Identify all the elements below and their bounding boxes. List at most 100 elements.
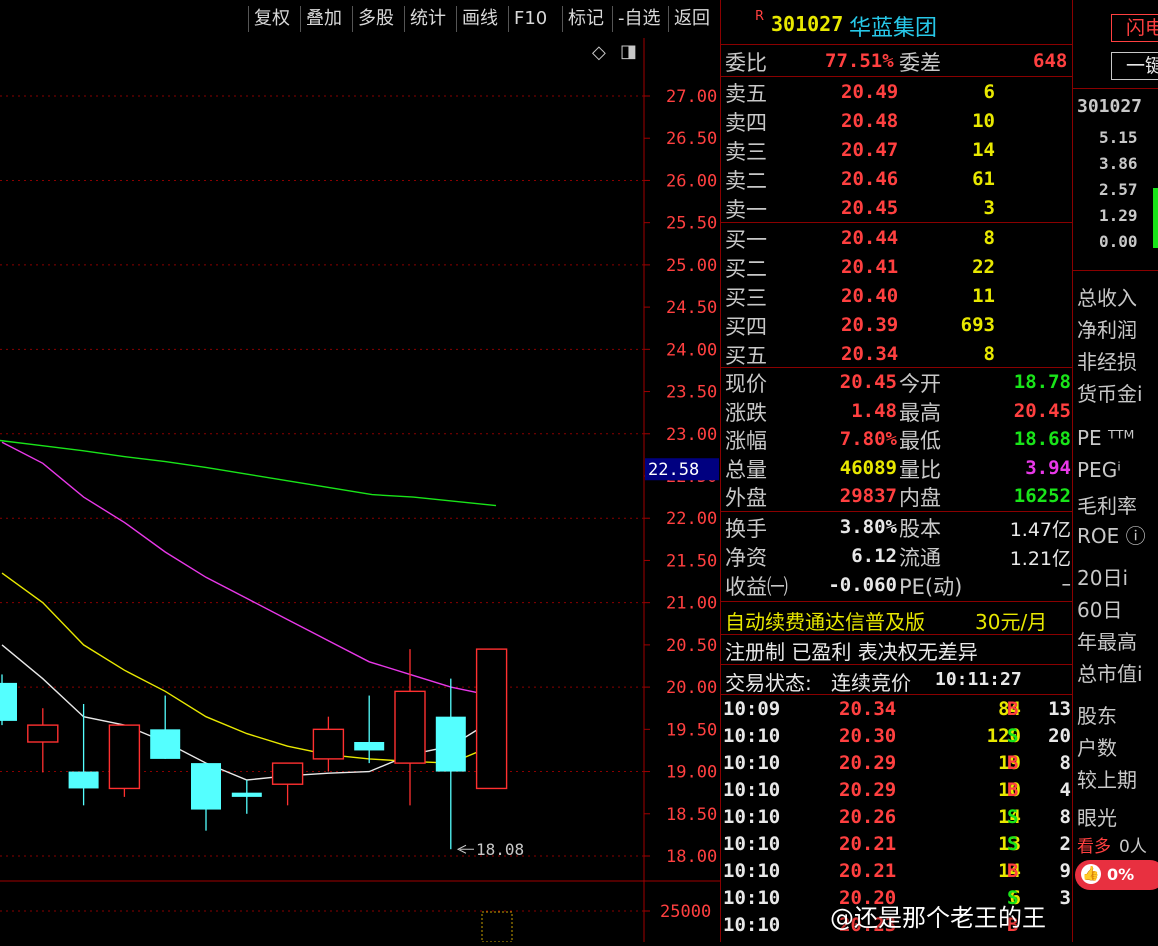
candle-body [0, 682, 17, 721]
stat-value: 20.45 [1013, 399, 1071, 422]
candle-body [475, 648, 508, 790]
weibi-label: 委比 [725, 51, 767, 75]
stat-value: 29837 [839, 485, 897, 508]
tick-price: 20.21 [839, 833, 897, 855]
weicha-label: 委差 [899, 51, 941, 75]
ask-volume: 10 [972, 110, 995, 132]
bid-volume: 8 [983, 343, 995, 365]
tick-side: B [1007, 860, 1019, 882]
tick-side: B [1007, 752, 1019, 774]
side-metric-label: 毛利率 [1077, 494, 1137, 518]
trade-status-time: 10:11:27 [935, 669, 1022, 690]
remove-watchlist-button[interactable]: -自选 [612, 6, 666, 32]
ask-level-label: 卖二 [725, 169, 767, 193]
tick-count: 8 [1059, 806, 1071, 828]
quote-panel: R 301027 华蓝集团 委比 77.51% 委差 648 卖五 20.49 6 卖… [720, 0, 1073, 942]
ask-level-label: 卖三 [725, 140, 767, 164]
side-metric-label: PE ᵀᵀᴹ [1077, 426, 1135, 450]
stat-value: 1.48 [851, 399, 897, 422]
stat-label: 最低 [899, 429, 941, 454]
tick-time: 10:09 [723, 698, 781, 720]
ask-volume: 61 [972, 168, 995, 190]
tick-count: 20 [1048, 725, 1071, 747]
f10-button[interactable]: F10 [508, 6, 552, 32]
candle-body [150, 729, 181, 759]
bid-price: 20.44 [841, 227, 899, 249]
tick-count: 9 [1059, 860, 1071, 882]
trade-status-label: 交易状态: [725, 671, 812, 695]
stat-label: 量比 [899, 457, 941, 482]
price-tick-label: 23.00 [666, 425, 717, 445]
statistics-button[interactable]: 统计 [404, 6, 451, 32]
fund-value: – [1061, 573, 1072, 595]
mark-button[interactable]: 标记 [562, 6, 609, 32]
side-stock-code: 301027 [1077, 96, 1143, 117]
price-tick-label: 20.50 [666, 636, 717, 656]
side-metric-label: 眼光 [1077, 806, 1117, 830]
kline-chart[interactable]: 27.00 26.50 26.00 25.50 25.00 24.50 24.00 23.50… [0, 38, 720, 943]
low-annotation: 18.08 [476, 840, 524, 859]
ask-price: 20.46 [841, 168, 899, 190]
bid-volume: 8 [983, 227, 995, 249]
scale-tick: 5.15 [1099, 128, 1138, 147]
restore-rights-button[interactable]: 复权 [248, 6, 295, 32]
back-button[interactable]: 返回 [668, 6, 715, 32]
ask-volume: 14 [972, 139, 995, 161]
candle-body [231, 792, 262, 797]
tick-price: 20.21 [839, 860, 897, 882]
stat-label: 内盘 [899, 486, 941, 511]
candle-body [435, 716, 466, 772]
tick-time: 10:10 [723, 914, 781, 936]
fund-label: 净资 [725, 546, 767, 570]
draw-line-button[interactable]: 画线 [456, 6, 503, 32]
tick-time: 10:10 [723, 806, 781, 828]
multi-stock-button[interactable]: 多股 [352, 6, 399, 32]
price-tick-label: 23.50 [666, 383, 717, 403]
fund-value: 6.12 [851, 545, 897, 567]
ma-line [0, 439, 497, 507]
stat-label: 涨幅 [725, 429, 767, 454]
price-tick-label: 22.00 [666, 509, 717, 529]
tick-time: 10:10 [723, 833, 781, 855]
stock-tags: 注册制 已盈利 表决权无差异 [725, 640, 978, 664]
stat-value: 16252 [1013, 485, 1071, 508]
bid-level-label: 买四 [725, 315, 767, 339]
candle-body [191, 763, 221, 810]
bid-price: 20.34 [841, 343, 899, 365]
ask-price: 20.45 [841, 197, 899, 219]
candle-body [312, 728, 345, 760]
bid-volume: 22 [972, 256, 995, 278]
price-tick-label: 26.00 [666, 171, 717, 191]
one-click-button[interactable]: 一键 [1111, 52, 1158, 80]
tick-time: 10:10 [723, 860, 781, 882]
overlay-button[interactable]: 叠加 [300, 6, 347, 32]
stat-value: 7.80% [839, 428, 897, 451]
volume-bar [481, 911, 513, 943]
promo-text[interactable]: 自动续费通达信普及版 [725, 606, 925, 635]
fund-value: 1.47亿 [1009, 519, 1071, 541]
ask-price: 20.47 [841, 139, 899, 161]
panel-toggle-icon[interactable]: ◨ [620, 41, 637, 62]
tick-count: 3 [1059, 887, 1071, 909]
tick-price: 20.29 [839, 779, 897, 801]
volume-tick-label: 25000 [660, 902, 711, 922]
fund-label: 股本 [899, 517, 941, 541]
watch-label: 看多 [1077, 837, 1111, 857]
scale-tick: 1.29 [1099, 206, 1138, 225]
candle-body [354, 742, 385, 751]
bid-level-label: 买三 [725, 286, 767, 310]
stat-value: 20.45 [839, 371, 897, 393]
trade-status: 连续竞价 [831, 671, 911, 695]
price-tick-label: 24.00 [666, 340, 717, 360]
flash-trade-button[interactable]: 闪电 [1111, 14, 1158, 42]
diamond-icon[interactable]: ◇ [592, 42, 606, 63]
promo-price[interactable]: 30元/月 [975, 606, 1047, 635]
fund-value: 1.21亿 [1009, 548, 1071, 570]
price-tick-label: 19.50 [666, 720, 717, 740]
bid-price: 20.39 [841, 314, 899, 336]
bull-pct-pill[interactable]: 👍 0% [1075, 860, 1158, 890]
side-metric-label: 总市值i [1077, 662, 1143, 686]
side-metric-label: 60日 [1077, 598, 1123, 622]
candle-body [394, 690, 426, 764]
tick-time: 10:10 [723, 779, 781, 801]
